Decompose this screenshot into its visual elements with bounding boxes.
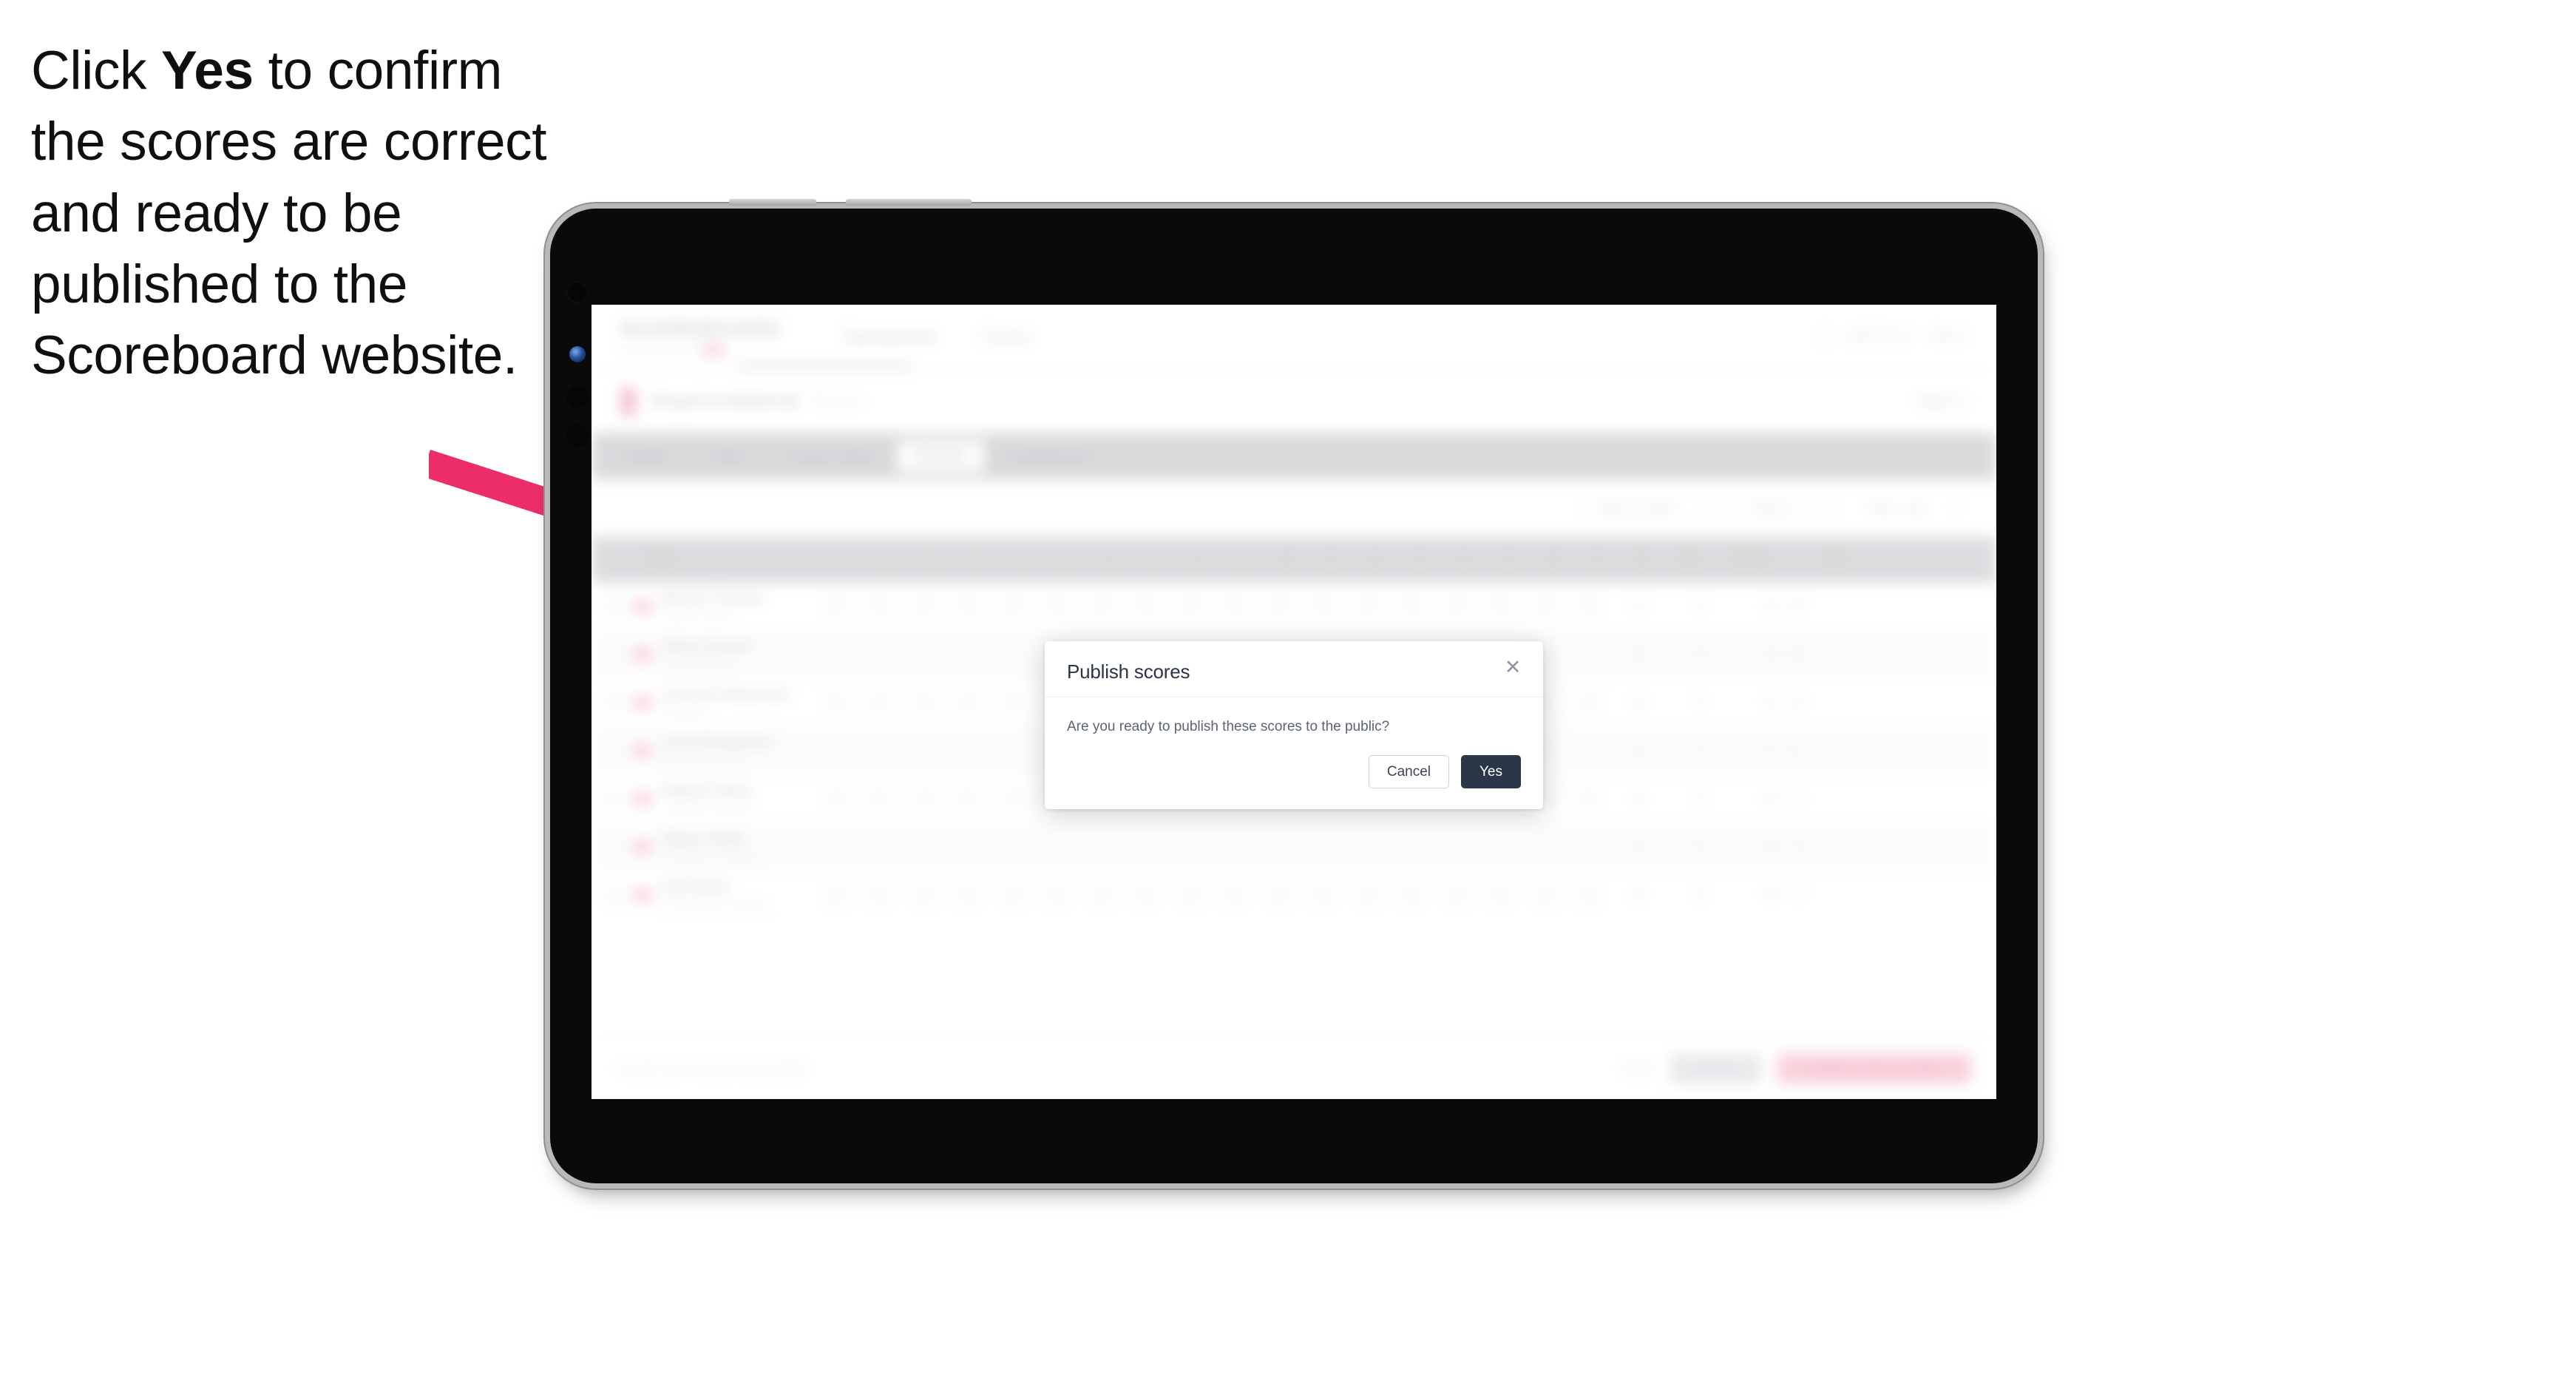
- sensor-dot-icon: [566, 425, 589, 447]
- dialog-body: Are you ready to publish these scores to…: [1045, 697, 1543, 748]
- caption-emphasis: Yes: [161, 41, 254, 101]
- sensor-dot-icon: [566, 386, 589, 408]
- dialog-title: Publish scores: [1067, 660, 1190, 683]
- ambient-sensor-icon: [574, 321, 580, 327]
- power-button[interactable]: [729, 199, 816, 206]
- close-icon[interactable]: ✕: [1502, 656, 1524, 678]
- cancel-button[interactable]: Cancel: [1368, 754, 1449, 788]
- camera-lens-icon: [569, 346, 586, 362]
- dialog-message: Are you ready to publish these scores to…: [1067, 719, 1390, 734]
- front-camera-icon: [566, 281, 589, 303]
- volume-button[interactable]: [846, 199, 972, 206]
- instruction-caption: Click Yes to confirm the scores are corr…: [31, 36, 578, 392]
- tablet-screen: SCOREBOARD POWERED BY Tournaments Events…: [592, 305, 1996, 1099]
- yes-button[interactable]: Yes: [1461, 754, 1521, 788]
- dialog-footer: Cancel Yes: [1045, 748, 1543, 809]
- dialog-header: Publish scores ✕: [1045, 641, 1543, 697]
- publish-scores-dialog: Publish scores ✕ Are you ready to publis…: [1045, 641, 1543, 809]
- caption-pre: Click: [31, 41, 162, 101]
- tablet-device: SCOREBOARD POWERED BY Tournaments Events…: [550, 199, 2038, 1183]
